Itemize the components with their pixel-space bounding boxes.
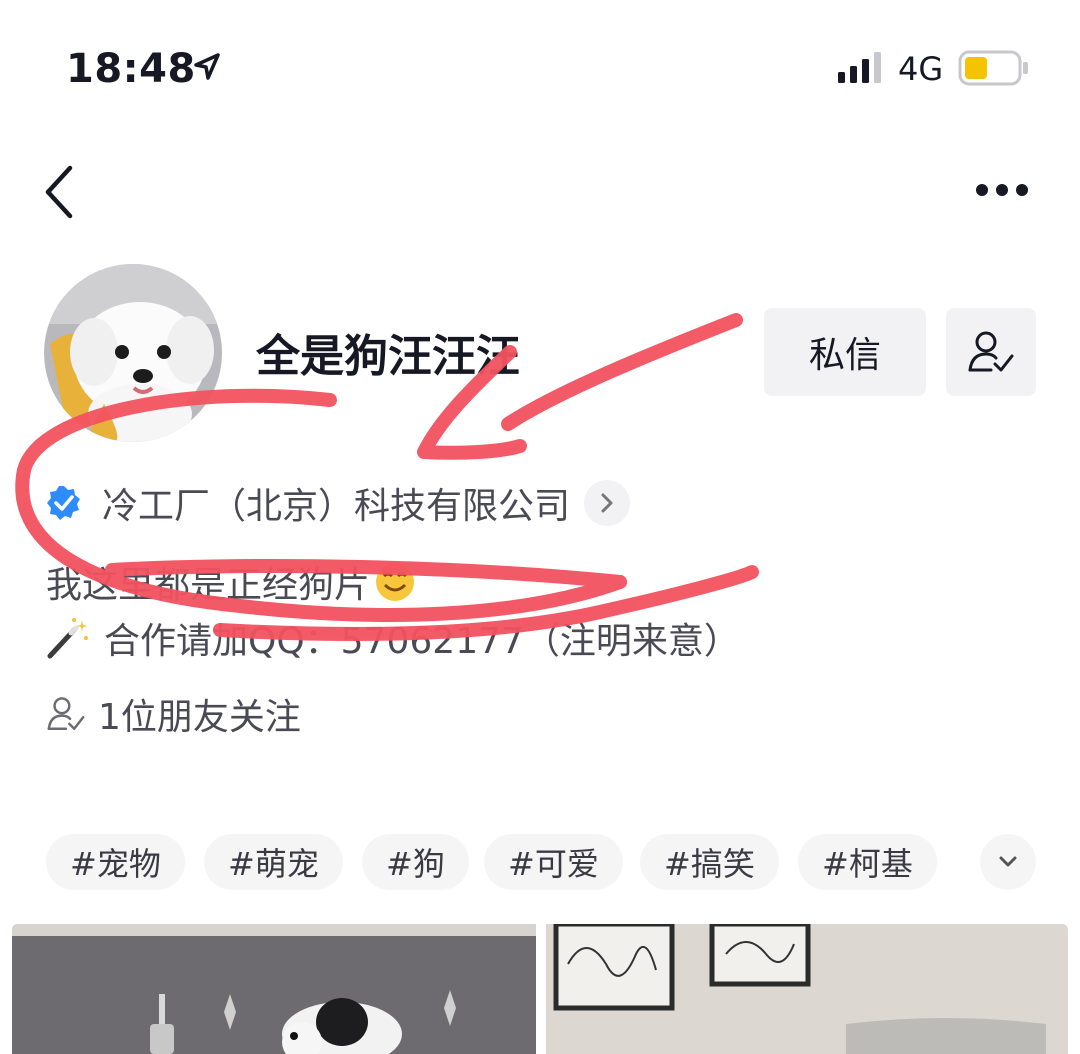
signal-icon <box>838 52 881 83</box>
avatar[interactable] <box>44 264 222 442</box>
tag-chip[interactable]: #可爱 <box>484 834 623 890</box>
bio-line-2: 合作请加QQ：57062177（注明来意） <box>46 612 740 664</box>
network-type: 4G <box>898 50 944 88</box>
room-video-image <box>546 924 1068 1054</box>
message-button[interactable]: 私信 <box>764 308 926 396</box>
friends-following-row[interactable]: 1位朋友关注 <box>46 688 301 740</box>
verification-row[interactable]: 冷工厂（北京）科技有限公司 <box>46 478 631 528</box>
status-time: 18:48 <box>66 46 196 92</box>
smile-emoji-icon <box>374 561 416 612</box>
verified-badge-icon <box>47 486 80 520</box>
verification-company: 冷工厂（北京）科技有限公司 <box>102 486 571 527</box>
dog-avatar-image <box>44 264 222 442</box>
battery-icon <box>958 50 1028 86</box>
contact-text: 合作请加QQ：57062177（注明来意） <box>104 621 740 662</box>
tag-chip[interactable]: #宠物 <box>46 834 185 890</box>
tag-chip[interactable]: #柯基 <box>798 834 937 890</box>
chevron-right-icon <box>584 480 631 526</box>
user-check-icon <box>968 331 1014 372</box>
profile-page: 18:48 4G 全是狗汪汪汪 私信 冷工厂（北京）科技有限公司 我这里都是正经… <box>0 0 1080 1054</box>
tag-chip[interactable]: #萌宠 <box>204 834 343 890</box>
bio-line-1: 我这里都是正经狗片 <box>46 556 416 612</box>
back-chevron-icon[interactable] <box>40 164 80 220</box>
magic-wand-icon <box>47 618 88 659</box>
location-arrow-icon <box>194 53 220 80</box>
profile-username: 全是狗汪汪汪 <box>256 331 520 382</box>
chevron-down-icon <box>999 856 1017 867</box>
video-thumbnail[interactable] <box>546 924 1068 1054</box>
user-check-icon <box>47 697 85 730</box>
video-thumbnail[interactable] <box>12 924 536 1054</box>
dog-video-image <box>12 924 536 1054</box>
ellipsis-icon[interactable] <box>974 180 1030 200</box>
bio-text: 我这里都是正经狗片 <box>46 565 371 606</box>
friends-following-text: 1位朋友关注 <box>98 697 301 738</box>
tag-chip[interactable]: #搞笑 <box>640 834 779 890</box>
follow-status-button[interactable] <box>946 308 1036 396</box>
tag-chip[interactable]: #狗 <box>362 834 469 890</box>
tags-expand-button[interactable] <box>980 834 1036 890</box>
